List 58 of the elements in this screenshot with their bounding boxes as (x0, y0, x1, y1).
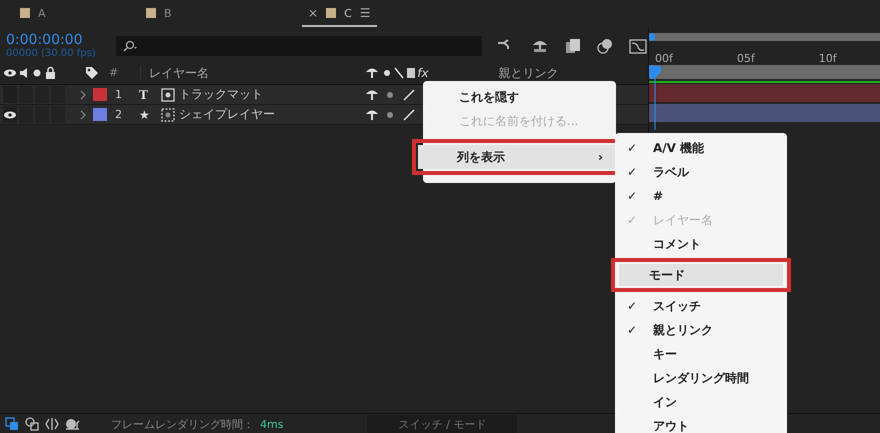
layer-type-glyph: T (139, 88, 149, 102)
column-header[interactable]: fx (417, 66, 429, 80)
status-value: 4ms (260, 418, 284, 430)
layers-icon[interactable] (25, 417, 39, 431)
layer-name[interactable]: シェイプレイヤー (179, 106, 365, 123)
composition-tab[interactable]: A (14, 1, 126, 27)
column-header[interactable]: レイヤー名 (140, 66, 362, 80)
audio-toggle[interactable] (19, 86, 33, 103)
shape-layer-icon (161, 108, 175, 122)
search-icon[interactable] (122, 40, 138, 52)
layer-type-glyph: ★ (139, 108, 151, 122)
layer-switches-icon (365, 66, 416, 80)
menu-item[interactable]: ✓ 親とリンク (615, 318, 787, 342)
layer-number: 1 (115, 88, 123, 101)
composition-tab[interactable]: × C ☰ (302, 1, 377, 27)
timecode[interactable]: 0:00:00:00 (6, 32, 110, 48)
composition-icon[interactable] (5, 417, 19, 431)
visibility-toggle[interactable] (3, 86, 17, 103)
menu-item[interactable]: ✓ スイッチ (615, 294, 787, 318)
label-swatch[interactable] (93, 88, 107, 101)
layer-number: 2 (115, 108, 123, 121)
label-tag-icon (85, 66, 99, 80)
ruler-label: 05f (736, 52, 755, 65)
composition-tab[interactable]: B (140, 1, 252, 27)
label-swatch[interactable] (93, 108, 107, 121)
layer-switches-icon[interactable] (365, 106, 417, 122)
track-matte-icon (161, 88, 175, 102)
menu-item[interactable]: イン (615, 390, 787, 414)
menu-item[interactable]: アウト (615, 414, 787, 433)
column-header[interactable]: 親とリンク (498, 66, 559, 80)
menu-item[interactable]: 列を表示 › (418, 145, 615, 169)
menu-item[interactable]: ✓ # (615, 184, 787, 208)
menu-item[interactable]: キー (615, 342, 787, 366)
switches-modes-toggle[interactable]: スイッチ / モード (367, 415, 518, 433)
menu-item[interactable]: コメント (615, 232, 787, 256)
ruler-label: 10f (818, 52, 837, 65)
layer-switches-icon[interactable] (365, 86, 417, 102)
frame-blend-icon[interactable] (564, 38, 582, 54)
playhead[interactable] (648, 66, 662, 130)
snail-icon[interactable] (65, 417, 81, 431)
motion-blur-icon[interactable] (596, 38, 614, 54)
column-header[interactable]: # (109, 66, 118, 80)
lock-toggle[interactable] (51, 86, 65, 103)
search-field[interactable] (116, 36, 482, 56)
layer-name[interactable]: トラックマット (179, 86, 365, 103)
frame-info: 00000 (30.00 fps) (6, 48, 97, 60)
graph-editor-icon[interactable] (628, 37, 648, 55)
menu-item[interactable]: レンダリング時間 (615, 366, 787, 390)
menu-item[interactable]: これを隠す (423, 85, 616, 109)
solo-toggle[interactable] (35, 86, 49, 103)
visibility-toggle[interactable] (3, 106, 17, 123)
ruler-label: 00f (655, 52, 673, 65)
eye-icon (3, 110, 17, 120)
menu-item[interactable]: ✓ A/V 機能 (615, 136, 787, 160)
menu-item[interactable]: モード (619, 264, 783, 286)
status-label: フレームレンダリング時間： (111, 416, 254, 432)
menu-item[interactable]: ✓ ラベル (615, 160, 787, 184)
brackets-icon[interactable] (45, 417, 59, 431)
